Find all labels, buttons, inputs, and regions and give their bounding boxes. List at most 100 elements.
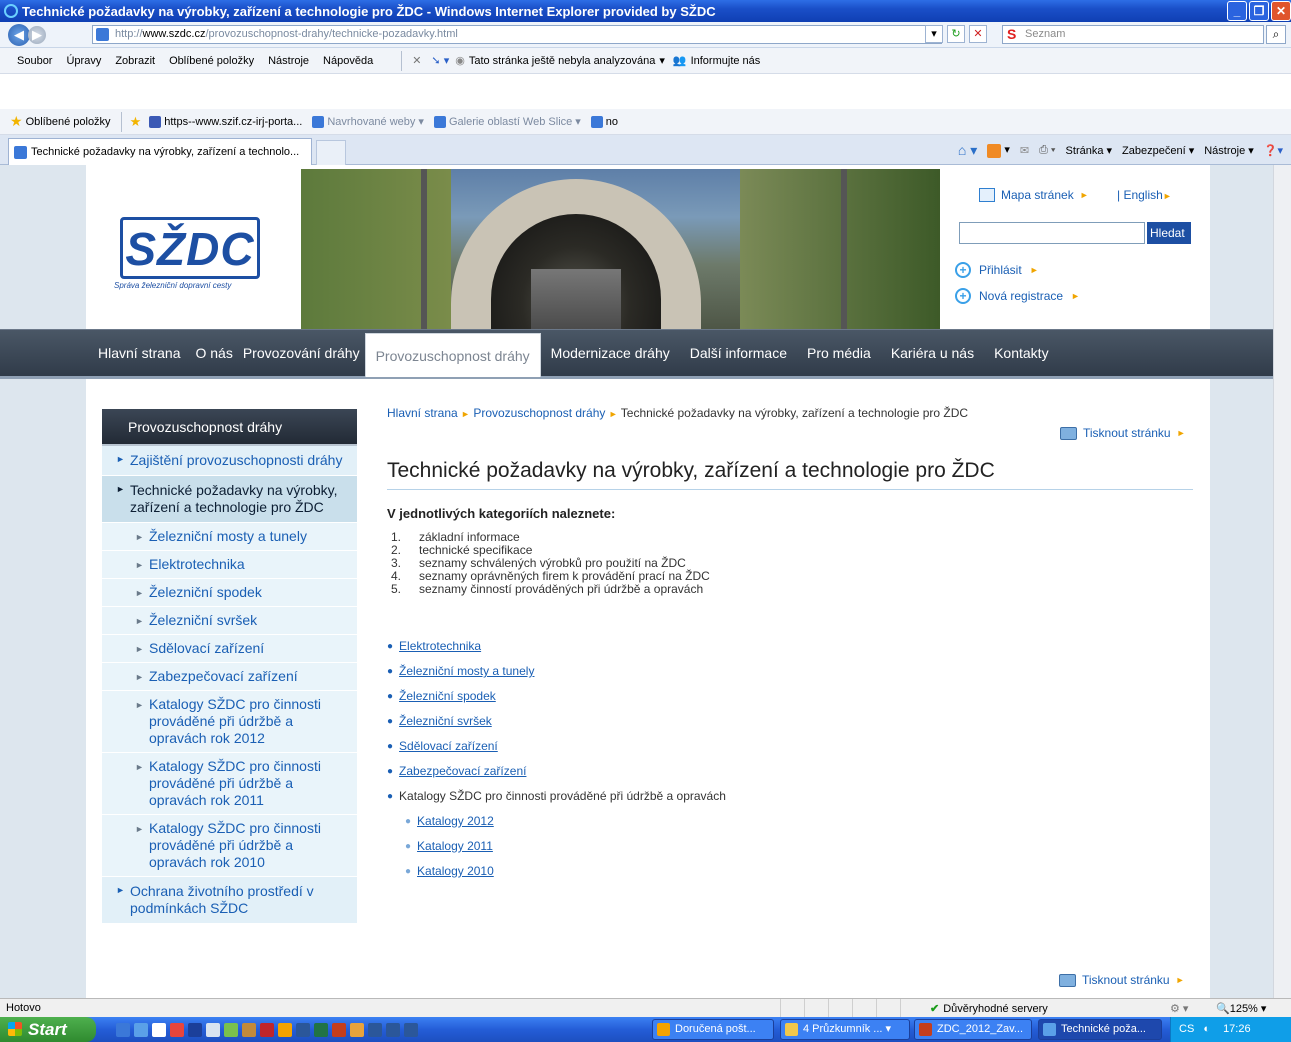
app-icon[interactable] <box>206 1022 220 1037</box>
sidebar-subitem-catalog-2012[interactable]: ► Katalogy SŽDC pro činnosti prováděné př… <box>102 691 357 753</box>
sidebar-subitem-bridges[interactable]: ► Železniční mosty a tunely <box>102 523 357 551</box>
link-electro[interactable]: Elektrotechnika <box>399 639 481 653</box>
sidebar-subitem-catalog-2011[interactable]: ► Katalogy SŽDC pro činnosti prováděné př… <box>102 753 357 815</box>
link-substructure[interactable]: Železniční spodek <box>399 689 496 703</box>
print-icon[interactable]: ⎙ ▾ <box>1039 144 1055 157</box>
nav-item-media[interactable]: Pro média <box>797 330 881 377</box>
maximize-button[interactable]: ❐ <box>1249 1 1269 21</box>
fav-item-suggested[interactable]: Navrhované weby ▾ <box>312 115 424 128</box>
add-favorite-icon[interactable]: ★ <box>130 114 142 130</box>
link-catalog-2011[interactable]: Katalogy 2011 <box>417 839 493 853</box>
menu-file[interactable]: Soubor <box>17 55 52 67</box>
sidebar-subitem-catalog-2010[interactable]: ► Katalogy SŽDC pro činnosti prováděné př… <box>102 815 357 877</box>
search-icon[interactable]: ⌕ <box>1266 25 1286 44</box>
menu-view[interactable]: Zobrazit <box>115 55 155 67</box>
print-link[interactable]: Tisknout stránku ► <box>1060 426 1186 440</box>
sidebar-subitem-communication[interactable]: ► Sdělovací zařízení <box>102 635 357 663</box>
toolbar-arrow-icon[interactable]: ➘ ▾ <box>431 54 449 67</box>
nav-item-about[interactable]: O nás <box>190 330 237 377</box>
stop-icon[interactable]: ✕ <box>969 25 987 43</box>
minimize-button[interactable]: _ <box>1227 1 1247 21</box>
favorites-button[interactable]: Oblíbené položky <box>26 116 111 128</box>
zoom-control[interactable]: 🔍125% ▾ <box>1216 1002 1266 1015</box>
powerpoint-icon[interactable] <box>332 1022 346 1037</box>
forward-button[interactable]: ▶ <box>28 25 46 44</box>
word-icon[interactable] <box>368 1022 382 1037</box>
refresh-icon[interactable]: ↻ <box>947 25 965 43</box>
link-catalog-2012[interactable]: Katalogy 2012 <box>417 814 494 828</box>
nav-item-more-info[interactable]: Další informace <box>680 330 797 377</box>
security-menu[interactable]: Zabezpečení ▾ <box>1122 144 1194 157</box>
sidebar-item-serviceability-assurance[interactable]: ► Zajištění provozuschopnosti dráhy <box>102 446 357 476</box>
url-field[interactable]: http://www.szdc.cz/provozuschopnost-drah… <box>92 25 942 44</box>
link-bridges[interactable]: Železniční mosty a tunely <box>399 664 534 678</box>
print-link-bottom[interactable]: Tisknout stránku ► <box>1059 973 1185 987</box>
link-superstructure[interactable]: Železniční svršek <box>399 714 492 728</box>
browser-tab[interactable]: Technické požadavky na výrobky, zařízení… <box>8 138 312 165</box>
link-communication[interactable]: Sdělovací zařízení <box>399 739 498 753</box>
fav-item-szif[interactable]: https--www.szif.cz-irj-porta... <box>149 115 302 128</box>
menu-help[interactable]: Nápověda <box>323 55 373 67</box>
close-button[interactable]: ✕ <box>1271 1 1291 21</box>
ie-icon[interactable] <box>116 1022 130 1037</box>
close-toolbar-icon[interactable]: ✕ <box>412 54 421 67</box>
sidebar-item-technical-requirements[interactable]: ► Technické požadavky na výrobky, zařízen… <box>102 476 357 523</box>
fav-item-no[interactable]: no <box>590 115 618 128</box>
app-icon[interactable] <box>278 1022 292 1037</box>
nav-item-operation[interactable]: Provozování dráhy <box>238 330 365 377</box>
breadcrumb-section[interactable]: Provozuschopnost dráhy <box>473 406 605 420</box>
task-mail[interactable]: Doručená pošt... <box>652 1019 774 1040</box>
szdc-logo[interactable]: SŽDC Správa železniční dopravní cesty <box>102 205 282 295</box>
mail-icon[interactable]: ✉ <box>1020 144 1029 157</box>
sitemap-link[interactable]: Mapa stránek ► <box>979 188 1089 202</box>
language-indicator[interactable]: CS <box>1179 1023 1194 1035</box>
home-icon[interactable]: ⌂ ▾ <box>958 142 977 159</box>
sidebar-item-environment[interactable]: ► Ochrana životního prostředí v podmínkác… <box>102 877 357 924</box>
site-search-button[interactable]: Hledat <box>1145 222 1191 244</box>
english-link[interactable]: | English► <box>1117 188 1172 202</box>
outlook-icon[interactable] <box>350 1022 364 1037</box>
nav-item-serviceability[interactable]: Provozuschopnost dráhy <box>364 333 541 377</box>
inform-link[interactable]: Informujte nás <box>691 55 761 67</box>
dropdown-icon[interactable]: ▾ <box>925 25 943 43</box>
app-icon[interactable] <box>260 1022 274 1037</box>
protected-mode-icon[interactable]: ⚙ ▾ <box>1170 1002 1188 1015</box>
nav-item-home[interactable]: Hlavní strana <box>86 330 190 377</box>
tools-menu[interactable]: Nástroje ▾ <box>1204 144 1254 157</box>
rss-icon[interactable]: ▾ <box>987 143 1010 158</box>
nav-item-careers[interactable]: Kariéra u nás <box>881 330 984 377</box>
page-menu[interactable]: Stránka ▾ <box>1066 144 1113 157</box>
tray-icon[interactable]: ◐ <box>1203 1023 1210 1035</box>
app-icon[interactable] <box>170 1022 184 1037</box>
help-icon[interactable]: ❓▾ <box>1264 144 1283 157</box>
menu-edit[interactable]: Úpravy <box>66 55 101 67</box>
vertical-scrollbar[interactable] <box>1273 165 1291 998</box>
sidebar-subitem-signalling[interactable]: ► Zabezpečovací zařízení <box>102 663 357 691</box>
menu-tools[interactable]: Nástroje <box>268 55 309 67</box>
breadcrumb-home[interactable]: Hlavní strana <box>387 406 458 420</box>
task-powerpoint[interactable]: ZDC_2012_Zav... <box>914 1019 1032 1040</box>
word-icon[interactable] <box>404 1022 418 1037</box>
link-catalog-2010[interactable]: Katalogy 2010 <box>417 864 494 878</box>
register-link[interactable]: + Nová registrace ► <box>955 288 1080 304</box>
task-explorer[interactable]: 4 Průzkumník ... ▾ <box>780 1019 910 1040</box>
task-ie[interactable]: Technické poža... <box>1038 1019 1162 1040</box>
menu-favorites[interactable]: Oblíbené položky <box>169 55 254 67</box>
sidebar-subitem-substructure[interactable]: ► Železniční spodek <box>102 579 357 607</box>
back-button[interactable]: ◀ <box>8 23 30 46</box>
nav-item-contacts[interactable]: Kontakty <box>984 330 1058 377</box>
nav-item-modernization[interactable]: Modernizace dráhy <box>541 330 680 377</box>
fav-item-webslice[interactable]: Galerie oblastí Web Slice ▾ <box>433 115 581 128</box>
ie-icon[interactable] <box>134 1022 148 1037</box>
security-zone[interactable]: ✔ Důvěryhodné servery <box>930 1002 1048 1016</box>
word-icon[interactable] <box>386 1022 400 1037</box>
sidebar-subitem-superstructure[interactable]: ► Železniční svršek <box>102 607 357 635</box>
analysis-status[interactable]: Tato stránka ještě nebyla analyzována <box>469 55 656 67</box>
link-signalling[interactable]: Zabezpečovací zařízení <box>399 764 526 778</box>
sidebar-subitem-electro[interactable]: ► Elektrotechnika <box>102 551 357 579</box>
app-icon[interactable] <box>242 1022 256 1037</box>
new-tab-button[interactable] <box>316 140 346 165</box>
app-icon[interactable] <box>224 1022 238 1037</box>
excel-icon[interactable] <box>314 1022 328 1037</box>
chevron-down-icon[interactable]: ▾ <box>659 54 665 67</box>
